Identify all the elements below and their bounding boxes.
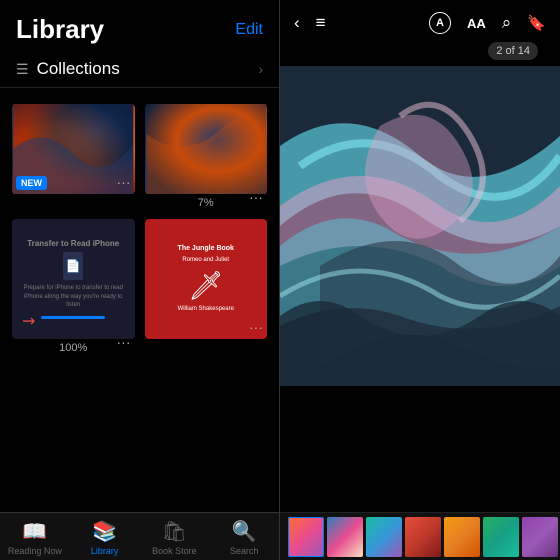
tab-bar: 📖 Reading Now 📚 Library 🛍 Book Store 🔍 S… (0, 512, 279, 560)
bookmark-icon[interactable]: 🔖 (527, 14, 546, 32)
tab-library[interactable]: 📚 Library (70, 519, 140, 556)
library-icon: 📚 (92, 519, 117, 544)
page-indicator-row: 2 of 14 (280, 42, 560, 64)
collections-left: ☰ Collections (16, 59, 120, 79)
shakespeare-author: William Shakespeare (178, 306, 234, 314)
dots-menu-4[interactable]: ··· (249, 319, 263, 335)
sword-icon: 🗡 (188, 269, 224, 302)
book-cover-transfer: Transfer to Read iPhone 📄 Prepare for iP… (12, 219, 135, 339)
reader-panel: ‹ ≡ A AA ⌕ 🔖 2 of 14 (280, 0, 560, 560)
book-row-2: Transfer to Read iPhone 📄 Prepare for iP… (12, 219, 267, 354)
circle-a-icon[interactable]: A (429, 12, 451, 34)
reader-search-icon[interactable]: ⌕ (502, 13, 512, 33)
book-item-abstract1[interactable]: NEW ··· (12, 104, 135, 194)
reader-header-icons: ‹ ≡ (294, 13, 326, 33)
book-item-transfer[interactable]: Transfer to Read iPhone 📄 Prepare for iP… (12, 219, 135, 354)
book-store-label: Book Store (152, 546, 197, 556)
book-grid: NEW ··· (0, 96, 279, 512)
dots-menu-1[interactable]: ··· (117, 174, 131, 190)
book-cover-abstract2 (145, 104, 268, 194)
thumbnail-5[interactable] (444, 517, 480, 557)
tab-reading-now[interactable]: 📖 Reading Now (0, 519, 70, 556)
new-badge: NEW (16, 176, 47, 190)
page-indicator: 2 of 14 (488, 42, 538, 60)
thumbnail-2[interactable] (327, 517, 363, 557)
romeo-title: Romeo and Juliet (182, 257, 229, 265)
collections-row[interactable]: ☰ Collections › (0, 51, 279, 88)
dots-menu-2[interactable]: ··· (249, 189, 263, 205)
reader-right-icons: A AA ⌕ 🔖 (429, 12, 546, 34)
transfer-description: Prepare for iPhone to transfer to read i… (20, 284, 127, 309)
book-item-abstract2[interactable]: 7% ··· (145, 104, 268, 209)
reading-now-icon: 📖 (22, 519, 47, 544)
book-store-icon: 🛍 (162, 519, 187, 544)
search-tab-label: Search (230, 546, 259, 556)
list-icon[interactable]: ≡ (316, 13, 326, 33)
reading-now-label: Reading Now (8, 546, 62, 556)
book-item-romeo[interactable]: The Jungle Book Romeo and Juliet 🗡 Willi… (145, 219, 268, 339)
book-row-1: NEW ··· (12, 104, 267, 209)
transfer-arrow-icon: ↗ (17, 309, 41, 333)
thumbnail-1[interactable] (288, 517, 324, 557)
transfer-book-icon: 📄 (63, 252, 83, 280)
reader-header: ‹ ≡ A AA ⌕ 🔖 (280, 0, 560, 42)
book-image-area (280, 66, 560, 512)
tab-book-store[interactable]: 🛍 Book Store (140, 519, 210, 556)
search-tab-icon: 🔍 (232, 519, 257, 544)
jungle-book-title: The Jungle Book (178, 245, 234, 253)
thumbnail-4[interactable] (405, 517, 441, 557)
tab-search[interactable]: 🔍 Search (209, 519, 279, 556)
collections-label: Collections (37, 59, 120, 79)
thumbnail-6[interactable] (483, 517, 519, 557)
dots-menu-3[interactable]: ··· (117, 334, 131, 350)
edit-button[interactable]: Edit (235, 21, 263, 39)
marble-image (280, 66, 560, 386)
library-tab-label: Library (91, 546, 119, 556)
aa-icon[interactable]: AA (467, 16, 486, 31)
thumbnail-3[interactable] (366, 517, 402, 557)
transfer-header: Transfer to Read iPhone (27, 239, 119, 248)
hamburger-icon: ☰ (16, 61, 29, 78)
library-title: Library (16, 14, 104, 45)
thumbnail-strip (280, 512, 560, 560)
back-icon[interactable]: ‹ (294, 13, 300, 33)
chevron-right-icon: › (258, 61, 263, 77)
thumbnail-7[interactable] (522, 517, 558, 557)
dark-bottom (280, 386, 560, 512)
library-header: Library Edit (0, 0, 279, 51)
library-panel: Library Edit ☰ Collections › (0, 0, 280, 560)
transfer-progress-bar (41, 316, 105, 319)
